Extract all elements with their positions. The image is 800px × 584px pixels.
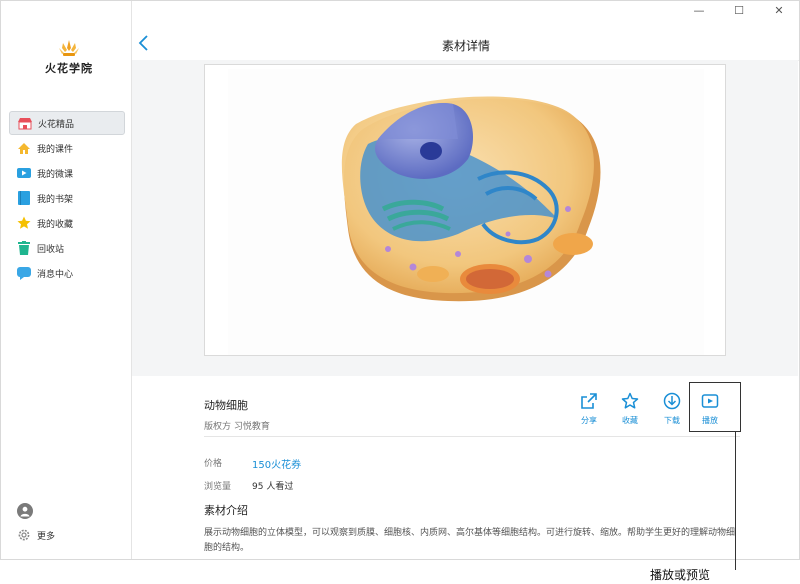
intro-title: 素材介绍 [204,504,248,517]
divider [204,436,740,437]
sidebar-item-my-microlessons[interactable]: 我的微课 [9,161,125,185]
gear-icon [18,529,30,541]
sidebar-item-label: 我的微课 [37,169,74,180]
download-button[interactable]: 下载 [655,392,689,426]
close-button[interactable]: ✕ [759,1,799,19]
favorite-button[interactable]: 收藏 [613,392,647,426]
video-icon [17,166,31,180]
sidebar-item-label: 回收站 [37,244,65,255]
price-label: 价格 [204,459,223,469]
sidebar-item-label: 火花精品 [38,119,75,130]
app-logo: 火花学院 [39,39,99,76]
logo-text: 火花学院 [45,62,93,75]
material-copyright: 版权方 习悦教育 [204,422,270,432]
sidebar-item-my-courseware[interactable]: 我的课件 [9,136,125,160]
page-title: 素材详情 [441,39,490,53]
book-icon [17,191,31,205]
star-icon [17,216,31,230]
flame-logo-icon [59,40,79,56]
shop-icon [18,116,32,130]
sidebar-item-my-favorites[interactable]: 我的收藏 [9,211,125,235]
sidebar-item-my-bookshelf[interactable]: 我的书架 [9,186,125,210]
avatar[interactable] [17,503,33,519]
intro-text: 展示动物细胞的立体模型，可以观察到质膜、细胞核、内质网、高尔基体等细胞结构。可进… [204,528,736,553]
sidebar-item-featured[interactable]: 火花精品 [9,111,125,135]
window-controls: — ☐ ✕ [679,1,799,19]
share-button[interactable]: 分享 [572,392,606,426]
callout-text: 播放或预览 [650,568,711,582]
message-icon [17,266,31,280]
preview-canvas [228,69,704,355]
more-button[interactable]: 更多 [17,528,55,542]
views-row: 浏览量 95 人看过 [204,479,293,492]
home-icon [17,141,31,155]
sidebar-footer: 更多 [17,503,55,542]
views-value: 95 人看过 [252,482,294,492]
sidebar-item-message-center[interactable]: 消息中心 [9,261,125,285]
sidebar-nav: 火花精品 我的课件 我的微课 我的书架 我的收藏 回收站 消息中心 [9,111,125,286]
play-highlight-box [689,382,741,432]
more-label: 更多 [37,531,56,542]
sidebar-item-label: 我的书架 [37,194,74,205]
star-icon [621,392,639,409]
maximize-button[interactable]: ☐ [719,1,759,19]
page-header: 素材详情 [133,25,799,61]
sidebar-item-label: 我的课件 [37,144,74,155]
sidebar: 火花学院 火花精品 我的课件 我的微课 我的书架 我的收藏 回收站 消息中心 更… [1,1,132,559]
material-preview[interactable] [204,64,726,356]
favorite-label: 收藏 [622,416,638,425]
sidebar-item-label: 消息中心 [37,269,74,280]
views-label: 浏览量 [204,482,232,492]
download-label: 下载 [664,416,680,425]
price-value: 150火花券 [252,460,302,471]
trash-icon [17,241,31,255]
price-row: 价格 150火花券 [204,456,301,471]
download-icon [663,392,681,410]
share-label: 分享 [581,416,597,425]
sidebar-item-recycle-bin[interactable]: 回收站 [9,236,125,260]
share-icon [581,393,597,409]
sidebar-item-label: 我的收藏 [37,219,74,230]
user-icon [20,506,30,517]
material-title: 动物细胞 [204,399,248,412]
animal-cell-image [341,96,601,302]
minimize-button[interactable]: — [679,1,719,19]
